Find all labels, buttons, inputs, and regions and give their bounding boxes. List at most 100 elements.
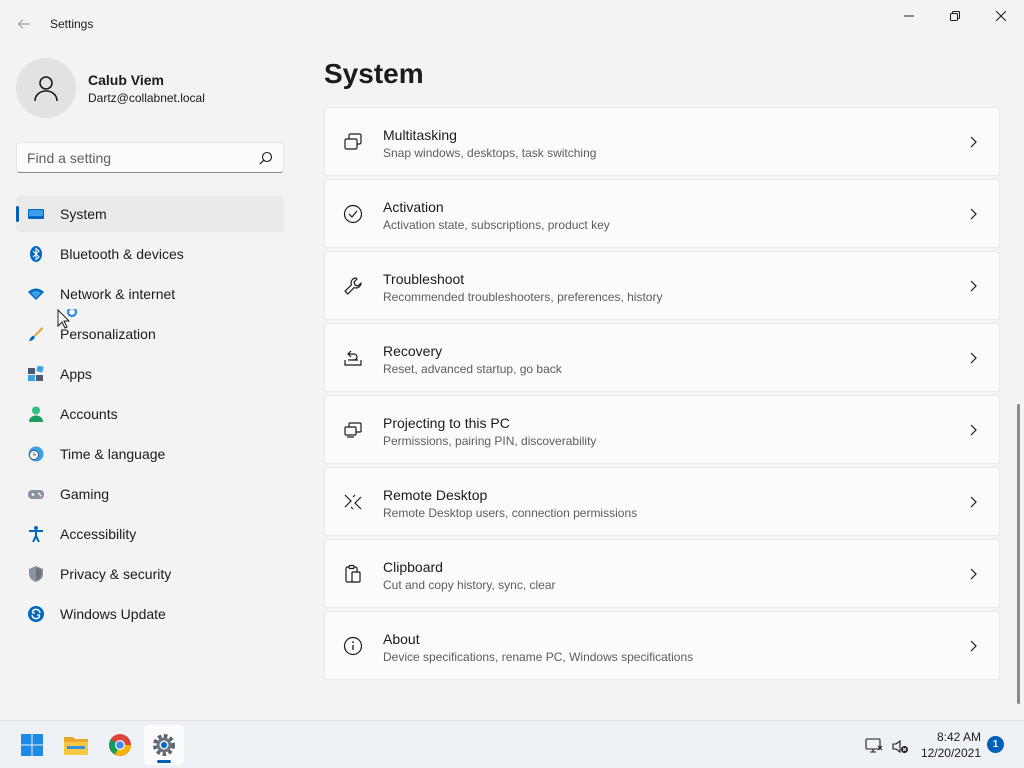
settings-gear-icon — [153, 734, 175, 756]
bluetooth-icon — [30, 246, 42, 262]
card-activation[interactable]: Activation Activation state, subscriptio… — [324, 179, 1000, 248]
card-subtitle: Reset, advanced startup, go back — [383, 362, 562, 376]
card-title: Troubleshoot — [383, 271, 465, 287]
apps-icon — [28, 366, 44, 381]
card-title: Multitasking — [383, 127, 457, 143]
card-title: About — [383, 631, 420, 647]
sidebar-item-label: Apps — [60, 366, 92, 382]
wrench-icon — [344, 277, 362, 295]
info-icon — [343, 636, 363, 656]
accounts-icon — [29, 406, 43, 422]
restore-button[interactable] — [932, 0, 978, 32]
profile-email: Dartz@collabnet.local — [88, 91, 205, 105]
card-recovery[interactable]: Recovery Reset, advanced startup, go bac… — [324, 323, 1000, 392]
search-box[interactable] — [16, 142, 284, 173]
minimize-icon — [904, 15, 914, 17]
sidebar-item-label: Windows Update — [60, 606, 166, 622]
search-input[interactable] — [27, 149, 247, 167]
search-icon[interactable] — [259, 151, 273, 165]
clock-globe-icon — [28, 446, 44, 462]
active-app-indicator — [157, 760, 171, 763]
sidebar-item-label: Privacy & security — [60, 566, 172, 582]
chevron-right-icon — [970, 568, 977, 580]
clock-date[interactable]: 12/20/2021 — [921, 746, 981, 760]
brush-icon — [29, 327, 43, 341]
clipboard-icon — [345, 564, 361, 583]
network-tray-icon[interactable] — [865, 737, 883, 755]
accessibility-icon — [29, 526, 43, 542]
app-title: Settings — [50, 17, 94, 31]
card-title: Activation — [383, 199, 444, 215]
card-subtitle: Activation state, subscriptions, product… — [383, 218, 610, 232]
sidebar-item-bluetooth[interactable]: Bluetooth & devices — [16, 236, 284, 272]
taskbar: 8:42 AM 12/20/2021 — [0, 720, 1024, 768]
sidebar-item-system[interactable]: System — [16, 196, 284, 232]
system-icon — [28, 209, 44, 219]
card-title: Recovery — [383, 343, 443, 359]
chevron-right-icon — [970, 280, 977, 292]
sidebar-item-accessibility[interactable]: Accessibility — [16, 516, 284, 552]
card-remote-desktop[interactable]: Remote Desktop Remote Desktop users, con… — [324, 467, 1000, 536]
chevron-right-icon — [970, 496, 977, 508]
sidebar-item-label: Time & language — [60, 446, 166, 462]
close-button[interactable] — [978, 0, 1024, 32]
clock-time[interactable]: 8:42 AM — [937, 730, 981, 744]
person-icon — [34, 76, 58, 102]
restore-icon — [950, 11, 960, 21]
minimize-button[interactable] — [886, 0, 932, 32]
chrome-icon — [109, 734, 131, 756]
sidebar-item-label: Accounts — [60, 406, 118, 422]
title-bar: Settings — [0, 0, 1024, 48]
settings-window: Settings Calub Viem Dartz@collabnet.loca… — [0, 0, 1024, 720]
notification-badge[interactable]: 1 — [987, 736, 1004, 753]
projecting-icon — [344, 422, 362, 438]
selected-indicator — [16, 206, 19, 222]
start-button[interactable] — [12, 725, 52, 765]
shield-icon — [29, 566, 43, 582]
chrome-button[interactable] — [100, 725, 140, 765]
settings-list: Multitasking Snap windows, desktops, tas… — [324, 107, 1000, 683]
back-button[interactable] — [12, 12, 36, 36]
sidebar-item-label: Accessibility — [60, 526, 137, 542]
windows-start-icon — [21, 734, 43, 756]
card-projecting[interactable]: Projecting to this PC Permissions, pairi… — [324, 395, 1000, 464]
chevron-right-icon — [970, 424, 977, 436]
card-troubleshoot[interactable]: Troubleshoot Recommended troubleshooters… — [324, 251, 1000, 320]
check-circle-icon — [343, 204, 363, 224]
close-icon — [996, 11, 1006, 21]
card-about[interactable]: About Device specifications, rename PC, … — [324, 611, 1000, 680]
gamepad-icon — [28, 490, 44, 499]
scrollbar[interactable] — [1017, 404, 1020, 704]
settings-taskbar-button[interactable] — [144, 725, 184, 765]
sidebar-item-time-language[interactable]: Time & language — [16, 436, 284, 472]
card-multitasking[interactable]: Multitasking Snap windows, desktops, tas… — [324, 107, 1000, 176]
sidebar-item-apps[interactable]: Apps — [16, 356, 284, 392]
sidebar-nav: System Bluetooth & devices Network & int… — [16, 196, 284, 636]
sidebar-item-privacy[interactable]: Privacy & security — [16, 556, 284, 592]
file-explorer-button[interactable] — [56, 725, 96, 765]
sidebar-item-gaming[interactable]: Gaming — [16, 476, 284, 512]
card-title: Remote Desktop — [383, 487, 488, 503]
wifi-icon — [28, 288, 44, 300]
sidebar-item-windows-update[interactable]: Windows Update — [16, 596, 284, 632]
profile-name: Calub Viem — [88, 72, 164, 88]
chevron-right-icon — [970, 208, 977, 220]
sidebar-item-accounts[interactable]: Accounts — [16, 396, 284, 432]
card-title: Projecting to this PC — [383, 415, 510, 431]
sidebar-item-network[interactable]: Network & internet — [16, 276, 284, 312]
speaker-muted-icon[interactable] — [891, 737, 909, 755]
card-subtitle: Device specifications, rename PC, Window… — [383, 650, 694, 664]
back-arrow-icon — [17, 19, 30, 29]
card-subtitle: Recommended troubleshooters, preferences… — [383, 290, 663, 304]
card-title: Clipboard — [383, 559, 443, 575]
avatar[interactable] — [16, 58, 76, 118]
recovery-icon — [344, 350, 362, 366]
multitasking-icon — [344, 133, 362, 150]
sidebar-item-label: Bluetooth & devices — [60, 246, 184, 262]
chevron-right-icon — [970, 136, 977, 148]
card-clipboard[interactable]: Clipboard Cut and copy history, sync, cl… — [324, 539, 1000, 608]
card-subtitle: Cut and copy history, sync, clear — [383, 578, 556, 592]
update-icon — [28, 606, 44, 622]
card-subtitle: Snap windows, desktops, task switching — [383, 146, 597, 160]
card-subtitle: Permissions, pairing PIN, discoverabilit… — [383, 434, 597, 448]
